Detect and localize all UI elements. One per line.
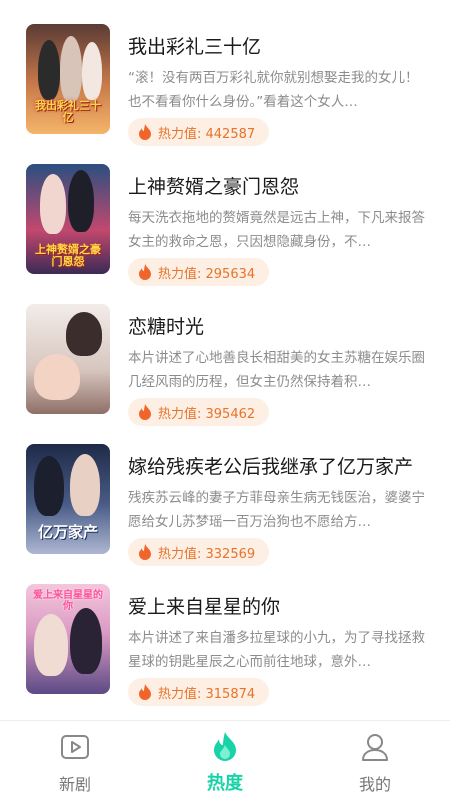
play-icon <box>61 735 89 759</box>
drama-item[interactable]: 我出彩礼三十亿 我出彩礼三十亿 “滚！没有两百万彩礼就你就别想娶走我的女儿！也不… <box>0 22 450 162</box>
drama-description: 残疾苏云峰的妻子方菲母亲生病无钱医治，婆婆宁愿给女儿苏梦瑶一百万治狗也不愿给方… <box>128 490 425 530</box>
heat-badge: 热力值: 442587 <box>128 118 270 146</box>
tab-label: 我的 <box>358 775 391 794</box>
drama-item[interactable]: 亿万家产 嫁给残疾老公后我继承了亿万家产 残疾苏云峰的妻子方菲母亲生病无钱医治，… <box>0 442 450 582</box>
cover-figure <box>68 170 94 232</box>
drama-title[interactable]: 上神赘婿之豪门恩怨 <box>128 172 299 199</box>
user-icon <box>362 734 388 761</box>
cover-figure <box>34 456 64 516</box>
heat-badge: 热力值: 332569 <box>128 538 270 566</box>
cover-figure <box>34 354 80 400</box>
heat-badge: 热力值: 295634 <box>128 258 270 286</box>
drama-title[interactable]: 恋糖时光 <box>128 312 204 339</box>
cover-figure <box>40 174 66 234</box>
flame-icon <box>139 124 151 140</box>
drama-cover[interactable]: 爱上来自星星的你 <box>26 584 110 694</box>
cover-title-text: 爱上来自星星的你 <box>33 590 103 612</box>
drama-description: 本片讲述了来自潘多拉星球的小九，为了寻找拯救星球的钥匙星辰之心而前往地球，意外… <box>128 630 425 670</box>
cover-figure <box>70 608 102 674</box>
cover-title-text: 上神赘婿之豪门恩怨 <box>35 242 101 268</box>
drama-list: 我出彩礼三十亿 我出彩礼三十亿 “滚！没有两百万彩礼就你就别想娶走我的女儿！也不… <box>0 0 450 720</box>
cover-figure <box>82 42 102 100</box>
drama-cover[interactable] <box>26 304 110 414</box>
flame-icon <box>139 544 151 560</box>
tab-heat[interactable]: 热度 <box>150 721 300 800</box>
flame-icon <box>139 404 151 420</box>
drama-description: 本片讲述了心地善良长相甜美的女主苏糖在娱乐圈几经风雨的历程，但女主仍然保持着积… <box>128 350 425 390</box>
cover-figure <box>70 454 100 516</box>
heat-badge: 热力值: 315874 <box>128 678 270 706</box>
drama-cover[interactable]: 我出彩礼三十亿 <box>26 24 110 134</box>
cover-figure <box>60 36 82 102</box>
bottom-tab-bar: 新剧 热度 我的 <box>0 720 450 800</box>
drama-item[interactable]: 恋糖时光 本片讲述了心地善良长相甜美的女主苏糖在娱乐圈几经风雨的历程，但女主仍然… <box>0 302 450 442</box>
cover-figure <box>34 614 68 676</box>
drama-item[interactable]: 上神赘婿之豪门恩怨 上神赘婿之豪门恩怨 每天洗衣拖地的赘婿竟然是远古上神，下凡来… <box>0 162 450 302</box>
drama-item[interactable]: 爱上来自星星的你 爱上来自星星的你 本片讲述了来自潘多拉星球的小九，为了寻找拯救… <box>0 582 450 720</box>
drama-description: 每天洗衣拖地的赘婿竟然是远古上神，下凡来报答女主的救命之恩，只因想隐藏身份，不… <box>128 210 425 250</box>
drama-cover[interactable]: 亿万家产 <box>26 444 110 554</box>
cover-figure <box>66 312 102 356</box>
heat-value: 热力值: 332569 <box>158 546 256 562</box>
flame-icon <box>214 732 236 761</box>
cover-title-text: 亿万家产 <box>37 522 98 541</box>
heat-value: 热力值: 395462 <box>158 406 256 422</box>
heat-value: 热力值: 442587 <box>158 126 256 142</box>
tab-mine[interactable]: 我的 <box>300 721 450 800</box>
heat-badge: 热力值: 395462 <box>128 398 270 426</box>
cover-title-text: 我出彩礼三十亿 <box>35 98 101 124</box>
drama-title[interactable]: 嫁给残疾老公后我继承了亿万家产 <box>128 452 413 479</box>
cover-figure <box>38 40 60 100</box>
drama-description: “滚！没有两百万彩礼就你就别想娶走我的女儿！也不看看你什么身份。”看着这个女人… <box>128 70 419 110</box>
heat-value: 热力值: 315874 <box>158 686 256 702</box>
drama-title[interactable]: 爱上来自星星的你 <box>128 592 280 619</box>
drama-title[interactable]: 我出彩礼三十亿 <box>128 32 261 59</box>
flame-icon <box>139 684 151 700</box>
flame-icon <box>139 264 151 280</box>
drama-cover[interactable]: 上神赘婿之豪门恩怨 <box>26 164 110 274</box>
tab-new-drama[interactable]: 新剧 <box>0 721 150 800</box>
tab-label: 新剧 <box>58 775 91 794</box>
heat-value: 热力值: 295634 <box>158 266 256 282</box>
tab-label: 热度 <box>207 773 243 794</box>
